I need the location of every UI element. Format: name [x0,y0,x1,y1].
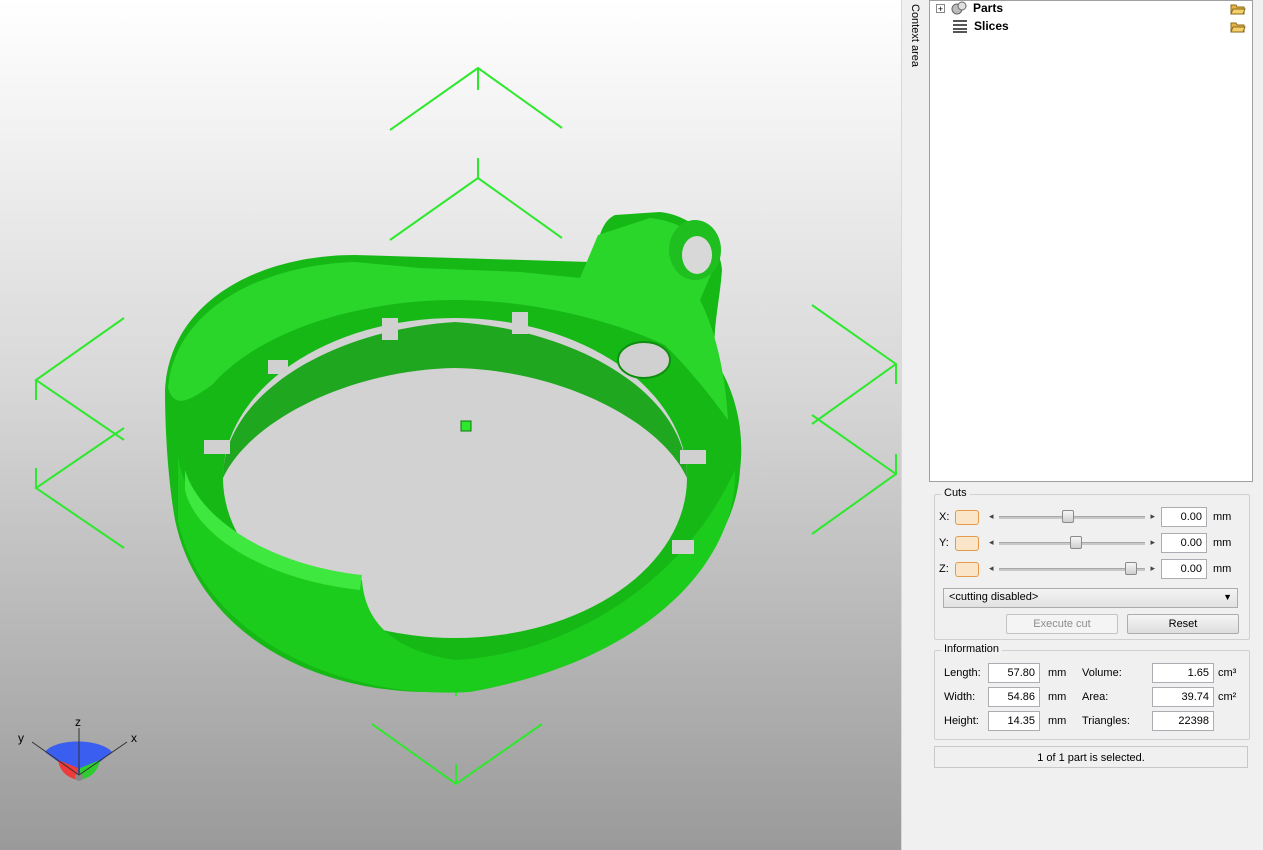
area-row: Area: 39.74 cm² [1082,687,1236,707]
model-ring-part[interactable] [165,212,742,693]
gizmo-arrow-left-outer [34,317,125,441]
triangles-value: 22398 [1152,711,1214,731]
axis-label-z: z [75,715,81,729]
open-folder-icon[interactable] [1230,3,1246,15]
triangles-row: Triangles: 22398 [1082,711,1214,731]
slider-left-arrow-icon[interactable]: ◂ [989,511,994,522]
cut-slider-z[interactable]: ◂ ▸ [989,562,1155,576]
gizmo-arrow-top-inner [389,176,563,241]
area-value: 39.74 [1152,687,1214,707]
slider-thumb[interactable] [1070,536,1083,549]
cut-row-x: X: ◂ ▸ 0.00 mm [939,507,1231,527]
side-panel: + Parts Slices Cuts X: ◂ ▸ 0.00 mm Y: ◂ … [929,0,1263,850]
height-value: 14.35 [988,711,1040,731]
triangles-label: Triangles: [1082,715,1130,727]
tree-item-label: Parts [973,1,1004,15]
cut-value-y[interactable]: 0.00 [1161,533,1207,553]
volume-label: Volume: [1082,667,1122,679]
execute-cut-button[interactable]: Execute cut [1006,614,1118,634]
gizmo-arrow-left-inner [34,427,125,549]
slider-left-arrow-icon[interactable]: ◂ [989,537,994,548]
volume-unit: cm³ [1218,667,1237,679]
tree-item-parts[interactable]: + Parts [936,0,1003,17]
cut-axis-label: Z: [939,563,949,575]
pivot-marker [460,420,472,432]
cut-row-y: Y: ◂ ▸ 0.00 mm [939,533,1231,553]
volume-value: 1.65 [1152,663,1214,683]
cut-axis-label: X: [939,511,950,523]
axes-orientation-widget [31,728,128,781]
tree-item-slices[interactable]: Slices [952,17,1009,35]
selection-status: 1 of 1 part is selected. [934,746,1248,768]
cut-value-x[interactable]: 0.00 [1161,507,1207,527]
area-unit: cm² [1218,691,1237,703]
unit-label: mm [1213,537,1232,549]
axis-label-y: y [18,731,24,745]
open-folder-icon[interactable] [1230,21,1246,33]
3d-viewport[interactable]: y z x [0,0,901,850]
gizmo-arrow-right-outer [811,304,898,425]
cuts-group-title: Cuts [941,487,970,499]
cut-axis-label: Y: [939,537,949,549]
gizmo-arrow-right-inner [811,414,898,535]
width-label: Width: [944,691,976,703]
parts-icon [951,1,967,15]
scene-canvas[interactable] [0,0,901,850]
cut-slider-y[interactable]: ◂ ▸ [989,536,1155,550]
tree-item-label: Slices [974,19,1009,33]
length-unit: mm [1048,667,1067,679]
slider-right-arrow-icon[interactable]: ▸ [1150,563,1155,574]
length-label: Length: [944,667,981,679]
model-mount-hole [617,341,671,379]
information-group-title: Information [941,643,1003,655]
unit-label: mm [1213,563,1232,575]
cut-mode-dropdown[interactable]: <cutting disabled> ▼ [943,588,1238,608]
context-area-label: Context area [909,4,921,67]
gizmo-arrow-top-outer [389,66,563,131]
expand-icon[interactable]: + [936,3,945,13]
axis-label-x: x [131,731,137,745]
width-value: 54.86 [988,687,1040,707]
context-area-strip[interactable] [907,0,929,850]
area-label: Area: [1082,691,1109,703]
slider-right-arrow-icon[interactable]: ▸ [1150,511,1155,522]
slider-right-arrow-icon[interactable]: ▸ [1150,537,1155,548]
length-row: Length: 57.80 mm [944,663,1066,683]
volume-row: Volume: 1.65 cm³ [1082,663,1236,683]
object-tree[interactable]: + Parts Slices [929,0,1253,482]
chevron-down-icon: ▼ [1223,592,1232,602]
reset-button[interactable]: Reset [1127,614,1239,634]
slices-icon [953,20,967,33]
slider-thumb[interactable] [1124,562,1137,575]
cut-color-swatch[interactable] [955,561,979,577]
cut-row-z: Z: ◂ ▸ 0.00 mm [939,559,1231,579]
cut-slider-x[interactable]: ◂ ▸ [989,510,1155,524]
height-label: Height: [944,715,979,727]
slider-left-arrow-icon[interactable]: ◂ [989,563,994,574]
width-row: Width: 54.86 mm [944,687,1066,707]
cut-color-swatch[interactable] [955,535,979,551]
panel-edge [1253,0,1263,850]
cut-value-z[interactable]: 0.00 [1161,559,1207,579]
cut-mode-selected: <cutting disabled> [949,591,1039,603]
cut-color-swatch[interactable] [955,509,979,525]
unit-label: mm [1213,511,1232,523]
length-value: 57.80 [988,663,1040,683]
height-unit: mm [1048,715,1067,727]
slider-thumb[interactable] [1061,510,1074,523]
height-row: Height: 14.35 mm [944,711,1066,731]
width-unit: mm [1048,691,1067,703]
